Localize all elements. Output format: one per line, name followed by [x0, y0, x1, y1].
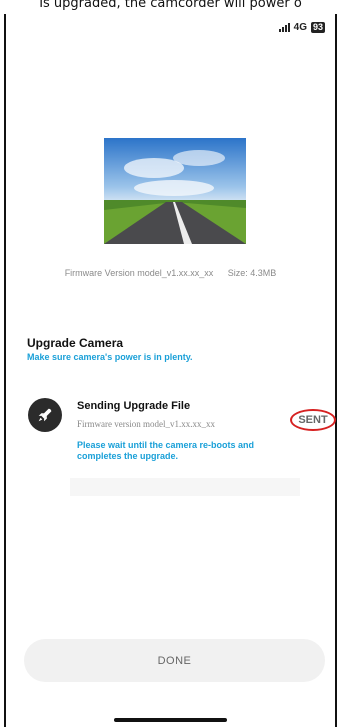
sending-title: Sending Upgrade File — [77, 400, 191, 412]
upgrade-subtitle: Make sure camera's power is in plenty. — [27, 352, 193, 362]
home-indicator[interactable] — [114, 718, 227, 722]
firmware-info: Firmware Version model_v1.xx.xx_xx Size:… — [0, 268, 341, 278]
firmware-version: Firmware Version model_v1.xx.xx_xx — [64, 268, 214, 278]
done-button[interactable]: DONE — [24, 639, 325, 682]
rocket-icon — [28, 398, 62, 432]
sending-note: Please wait until the camera re-boots an… — [77, 440, 255, 461]
progress-area — [70, 478, 300, 496]
status-bar: 4G 93 — [278, 22, 325, 33]
sending-version: Firmware version model_v1.xx.xx_xx — [77, 419, 215, 429]
firmware-size: Size: 4.3MB — [227, 268, 277, 278]
hero-image — [104, 138, 246, 244]
battery-icon: 93 — [310, 22, 325, 33]
signal-icon — [278, 23, 290, 32]
network-label: 4G — [293, 22, 307, 33]
phone-screen — [4, 14, 337, 727]
sent-status-badge: SENT — [290, 409, 336, 431]
upgrade-title: Upgrade Camera — [27, 336, 124, 350]
